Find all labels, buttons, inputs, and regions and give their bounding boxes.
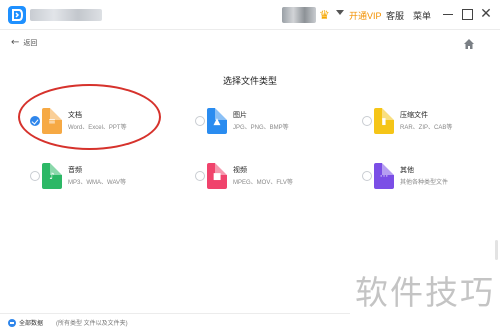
back-label: 返回 bbox=[23, 40, 38, 47]
radio-other[interactable] bbox=[362, 171, 372, 181]
customer-service-button[interactable]: 客服 bbox=[386, 9, 404, 22]
file-type-video[interactable]: ■ 视频 MPEG、MOV、FLV等 bbox=[195, 163, 345, 189]
file-type-other[interactable]: ··· 其他 其他各种类型文件 bbox=[362, 163, 492, 189]
app-logo-icon bbox=[8, 6, 26, 24]
blurred-user-avatar[interactable] bbox=[282, 7, 316, 23]
file-type-desc: 其他各种类型文件 bbox=[400, 180, 449, 186]
menu-button[interactable]: 菜单 bbox=[413, 9, 431, 22]
watermark-text: 软件技巧 bbox=[355, 273, 495, 312]
all-data-sublabel: (所有类型 文件以及文件夹) bbox=[56, 321, 128, 327]
other-files-icon: ··· bbox=[374, 163, 394, 189]
file-type-desc: JPG、PNG、BMP等 bbox=[233, 125, 289, 131]
file-type-name: 图片 bbox=[233, 112, 247, 119]
scrollbar[interactable] bbox=[495, 240, 498, 260]
radio-image[interactable] bbox=[195, 116, 205, 126]
file-type-name: 视频 bbox=[233, 167, 247, 174]
audio-icon: ♪ bbox=[42, 163, 62, 189]
home-icon[interactable] bbox=[463, 35, 475, 49]
file-type-name: 压缩文件 bbox=[400, 112, 428, 119]
video-icon: ■ bbox=[207, 163, 227, 189]
all-data-icon[interactable] bbox=[8, 319, 16, 327]
all-data-label[interactable]: 全部数据 bbox=[19, 318, 43, 327]
annotation-circle bbox=[18, 84, 161, 150]
crown-icon: ♛ bbox=[319, 8, 330, 22]
chevron-down-icon[interactable] bbox=[336, 10, 344, 15]
maximize-icon[interactable] bbox=[460, 7, 474, 21]
blurred-app-title bbox=[30, 9, 102, 21]
image-icon: ▲ bbox=[207, 108, 227, 134]
file-type-image[interactable]: ▲ 图片 JPG、PNG、BMP等 bbox=[195, 108, 345, 134]
file-type-name: 音频 bbox=[68, 167, 82, 174]
radio-video[interactable] bbox=[195, 171, 205, 181]
back-arrow-icon: ← bbox=[11, 37, 20, 48]
file-type-archive[interactable]: ▮ 压缩文件 RAR、ZIP、CAB等 bbox=[362, 108, 492, 134]
radio-archive[interactable] bbox=[362, 116, 372, 126]
minimize-icon[interactable] bbox=[441, 7, 455, 21]
file-type-desc: MP3、WMA、WAV等 bbox=[68, 180, 126, 186]
close-icon[interactable]: ✕ bbox=[479, 7, 493, 21]
title-bar: ♛ 开通VIP 客服 菜单 ✕ bbox=[0, 0, 500, 30]
back-button[interactable]: ← 返回 bbox=[11, 37, 37, 49]
file-type-audio[interactable]: ♪ 音频 MP3、WMA、WAV等 bbox=[30, 163, 180, 189]
archive-icon: ▮ bbox=[374, 108, 394, 134]
file-type-desc: RAR、ZIP、CAB等 bbox=[400, 125, 453, 131]
file-type-desc: MPEG、MOV、FLV等 bbox=[233, 180, 293, 186]
bottom-bar[interactable]: 全部数据 (所有类型 文件以及文件夹) bbox=[0, 313, 350, 331]
radio-audio[interactable] bbox=[30, 171, 40, 181]
open-vip-link[interactable]: 开通VIP bbox=[349, 9, 382, 22]
file-type-name: 其他 bbox=[400, 167, 414, 174]
